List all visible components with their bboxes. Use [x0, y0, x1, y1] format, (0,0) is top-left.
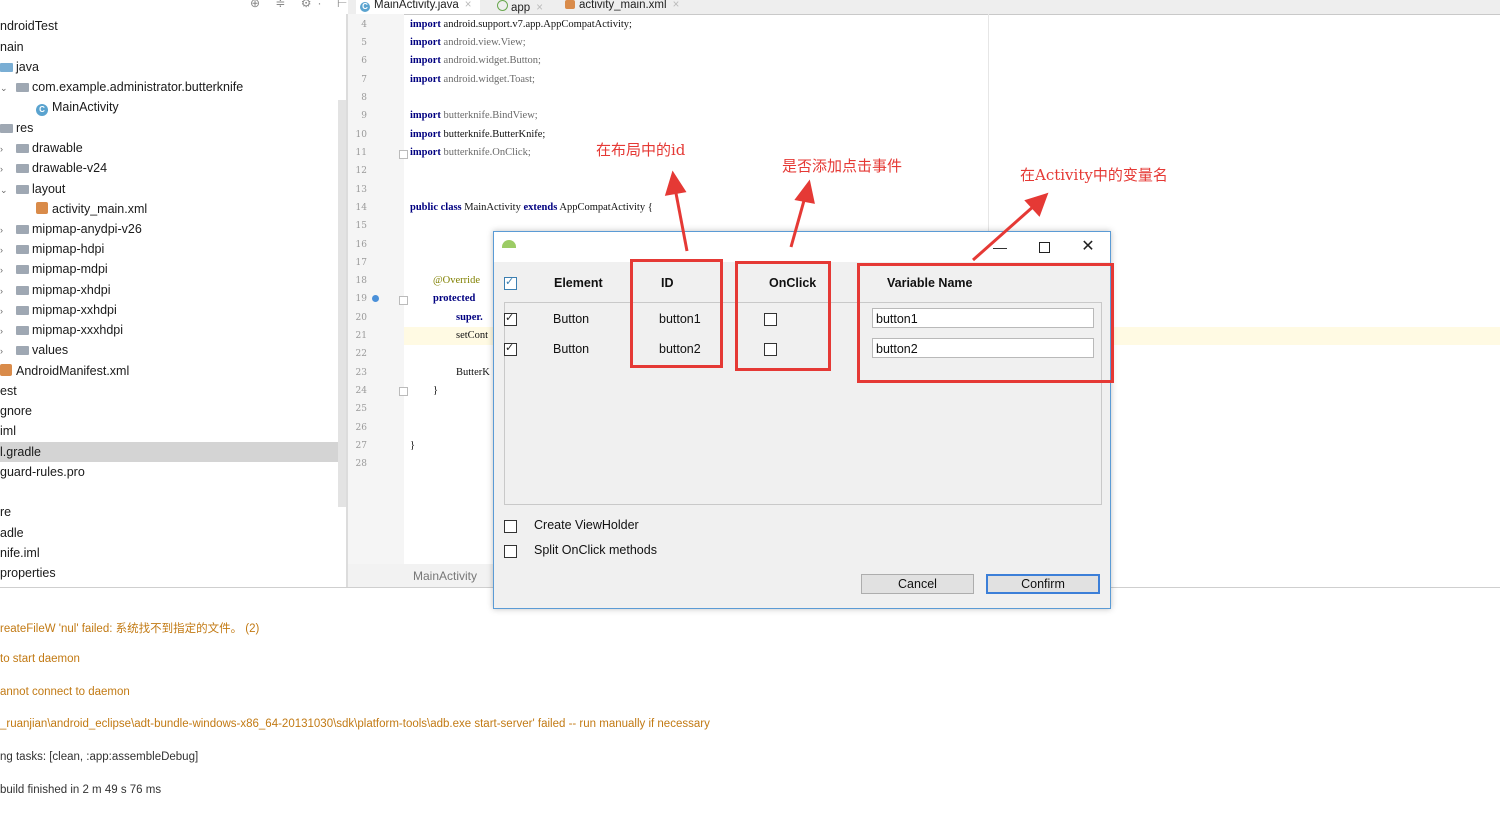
arrow-head-icon — [664, 170, 687, 196]
annotation-arrows — [664, 170, 1049, 262]
arrow-to-variable-note — [972, 203, 1036, 262]
arrow-head-icon — [794, 179, 815, 204]
arrow-to-onclick-note — [789, 196, 807, 248]
arrow-to-id-note — [673, 187, 689, 252]
